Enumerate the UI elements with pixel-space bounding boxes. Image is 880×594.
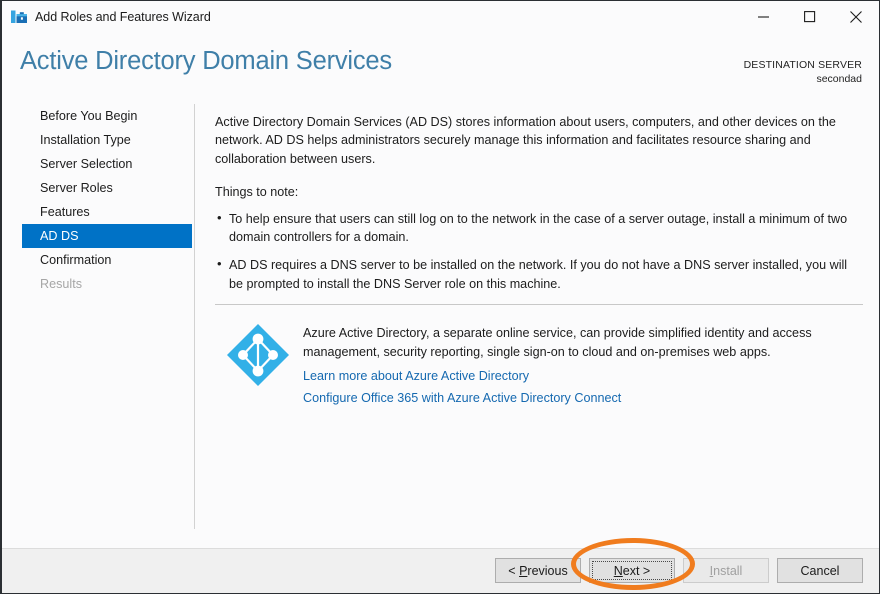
destination-server-block: DESTINATION SERVER secondad (744, 58, 862, 86)
cancel-button[interactable]: Cancel (777, 558, 863, 583)
sidebar-item-ad-ds[interactable]: AD DS (22, 224, 192, 248)
sidebar-item-label: Server Selection (40, 157, 132, 171)
azure-ad-section: Azure Active Directory, a separate onlin… (215, 321, 863, 408)
sidebar-item-label: AD DS (40, 229, 79, 243)
sidebar-item-server-selection[interactable]: Server Selection (22, 152, 192, 176)
intro-paragraph: Active Directory Domain Services (AD DS)… (215, 113, 863, 168)
sidebar-item-server-roles[interactable]: Server Roles (22, 176, 192, 200)
sidebar-item-features[interactable]: Features (22, 200, 192, 224)
footer-button-group: < Previous Next > Install Cancel (495, 558, 863, 583)
server-manager-icon (10, 9, 28, 25)
page-title: Active Directory Domain Services (20, 47, 392, 76)
section-divider (215, 304, 863, 305)
sidebar-item-label: Server Roles (40, 181, 113, 195)
maximize-icon[interactable] (787, 1, 833, 32)
close-icon[interactable] (833, 1, 879, 32)
wizard-step-nav: Before You Begin Installation Type Serve… (2, 104, 195, 549)
destination-server-label: DESTINATION SERVER (744, 58, 862, 72)
sidebar-item-label: Installation Type (40, 133, 131, 147)
page-header: Active Directory Domain Services DESTINA… (2, 32, 879, 104)
sidebar-item-results: Results (22, 272, 192, 296)
list-item: AD DS requires a DNS server to be instal… (215, 256, 863, 293)
sidebar-item-label: Before You Begin (40, 109, 137, 123)
title-bar: Add Roles and Features Wizard (2, 1, 879, 32)
azure-learn-more-link[interactable]: Learn more about Azure Active Directory (303, 367, 529, 386)
cancel-button-label: Cancel (801, 564, 840, 578)
sidebar-item-before-you-begin[interactable]: Before You Begin (22, 104, 192, 128)
wizard-body: Before You Begin Installation Type Serve… (2, 104, 879, 549)
wizard-footer: < Previous Next > Install Cancel (2, 548, 879, 593)
previous-button[interactable]: < Previous (495, 558, 581, 583)
wizard-content: Active Directory Domain Services (AD DS)… (195, 104, 879, 549)
destination-server-value: secondad (744, 72, 862, 86)
azure-office365-connect-link[interactable]: Configure Office 365 with Azure Active D… (303, 389, 621, 408)
sidebar-item-label: Confirmation (40, 253, 111, 267)
previous-button-label: < Previous (508, 564, 567, 578)
sidebar-item-label: Features (40, 205, 90, 219)
sidebar-item-confirmation[interactable]: Confirmation (22, 248, 192, 272)
minimize-icon[interactable] (741, 1, 787, 32)
next-button[interactable]: Next > (589, 558, 675, 583)
next-button-label: Next > (614, 564, 650, 578)
azure-ad-description: Azure Active Directory, a separate onlin… (303, 324, 863, 361)
notes-list: To help ensure that users can still log … (215, 210, 863, 294)
window-title: Add Roles and Features Wizard (35, 10, 211, 24)
azure-ad-body: Azure Active Directory, a separate onlin… (303, 321, 863, 408)
sidebar-item-label: Results (40, 277, 82, 291)
install-button: Install (683, 558, 769, 583)
azure-active-directory-icon (225, 322, 291, 388)
things-to-note-label: Things to note: (215, 183, 863, 201)
install-button-label: Install (710, 564, 743, 578)
sidebar-item-installation-type[interactable]: Installation Type (22, 128, 192, 152)
window-controls (741, 1, 879, 32)
wizard-window: Add Roles and Features Wizard Active Dir… (0, 0, 880, 594)
list-item: To help ensure that users can still log … (215, 210, 863, 247)
